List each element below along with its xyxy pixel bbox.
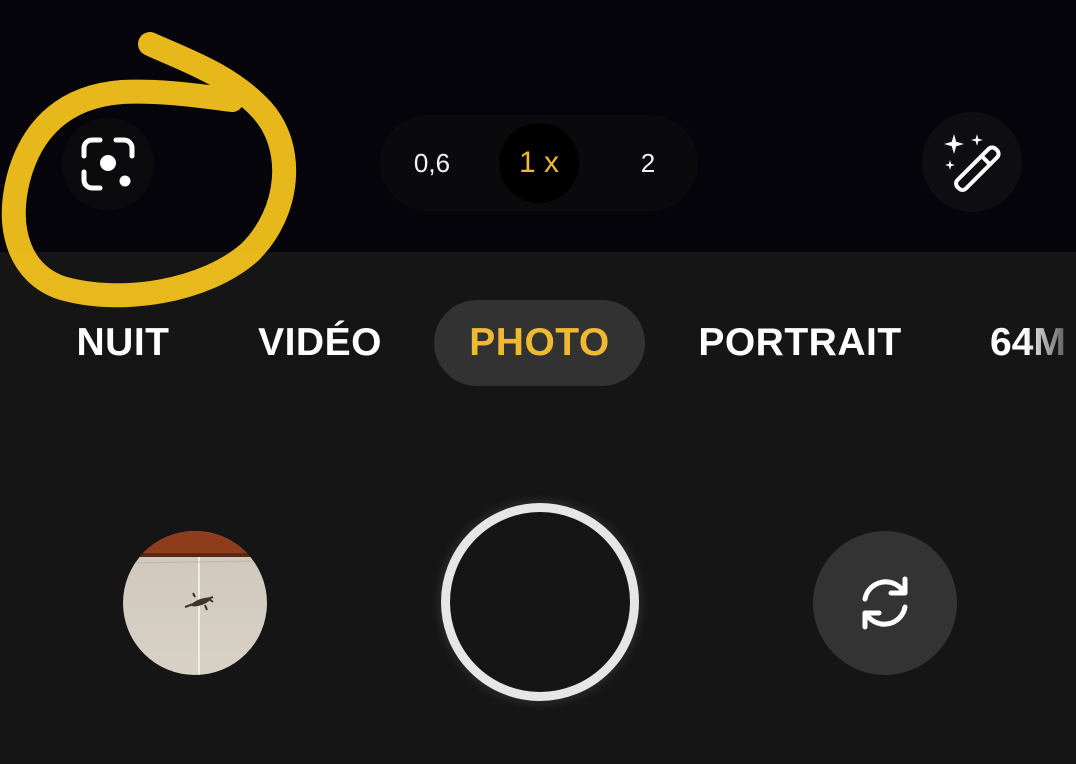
zoom-option-2[interactable]: 2 bbox=[608, 123, 688, 203]
zoom-option-0-6[interactable]: 0,6 bbox=[392, 123, 472, 203]
mode-portrait[interactable]: PORTRAIT bbox=[698, 300, 902, 386]
mode-photo[interactable]: PHOTO bbox=[434, 300, 645, 386]
shutter-button[interactable] bbox=[441, 503, 639, 701]
effects-button[interactable] bbox=[922, 112, 1022, 212]
mode-64m[interactable]: 64M bbox=[990, 300, 1076, 386]
gallery-thumbnail[interactable] bbox=[123, 531, 267, 675]
zoom-selector: 0,6 1 x 2 bbox=[380, 115, 698, 211]
mode-nuit[interactable]: NUIT bbox=[74, 300, 172, 386]
magic-wand-icon bbox=[944, 134, 1001, 192]
switch-camera-icon bbox=[862, 576, 908, 630]
google-lens-icon bbox=[81, 137, 135, 191]
last-photo-preview bbox=[123, 531, 267, 675]
switch-camera-button[interactable] bbox=[813, 531, 957, 675]
lens-button[interactable] bbox=[62, 118, 154, 210]
mode-video[interactable]: VIDÉO bbox=[258, 300, 382, 386]
zoom-option-1x[interactable]: 1 x bbox=[499, 123, 579, 203]
